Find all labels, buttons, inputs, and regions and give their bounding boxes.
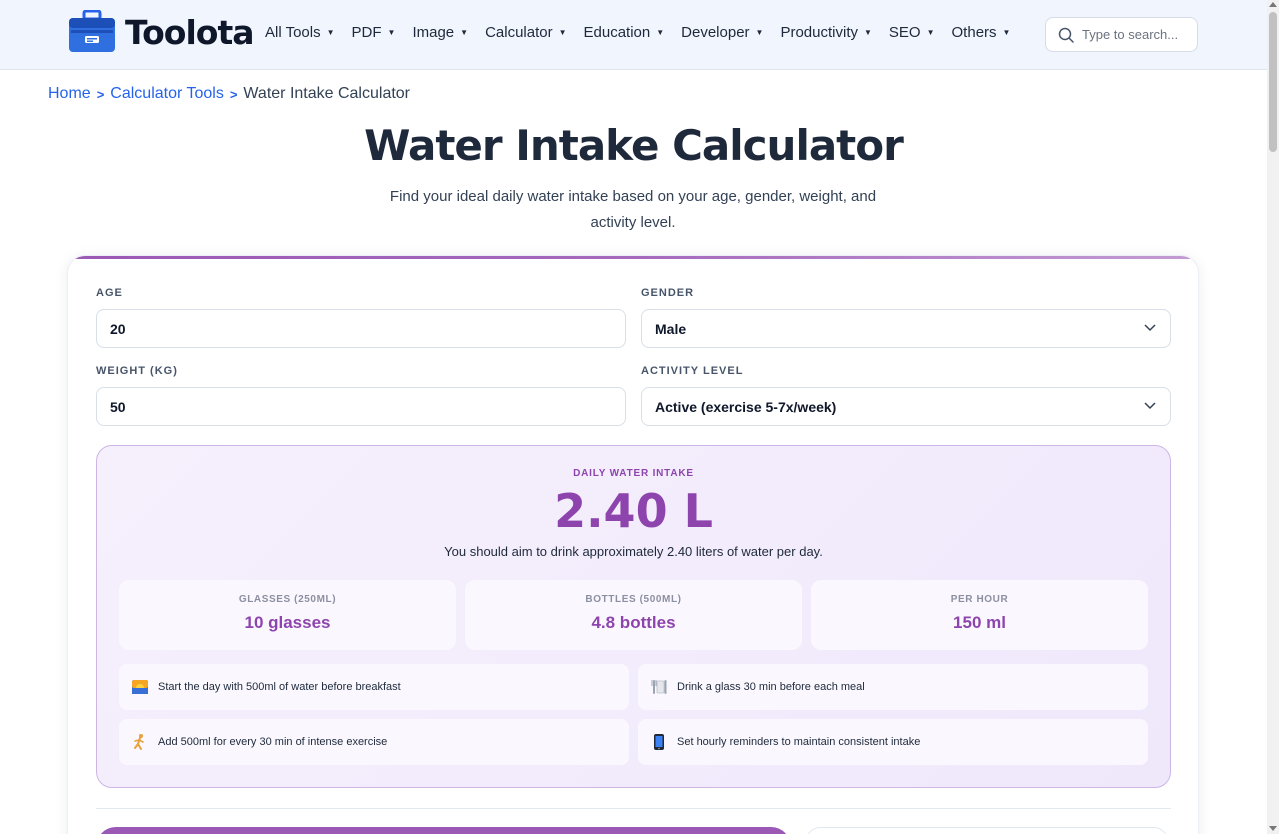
stat-label: PER HOUR bbox=[950, 594, 1009, 605]
sunrise-icon bbox=[131, 678, 149, 696]
tip-item: Start the day with 500ml of water before… bbox=[119, 664, 629, 710]
result-value: 2.40 L bbox=[554, 484, 713, 538]
scroll-up-arrow-icon[interactable] bbox=[1269, 2, 1277, 7]
tip-item: Drink a glass 30 min before each meal bbox=[638, 664, 1148, 710]
nav-seo[interactable]: SEO ▼ bbox=[889, 24, 935, 41]
nav-others[interactable]: Others ▼ bbox=[952, 24, 1011, 41]
age-input[interactable] bbox=[110, 320, 590, 337]
result-label: DAILY WATER INTAKE bbox=[573, 468, 694, 479]
stat-label: GLASSES (250ML) bbox=[238, 594, 337, 605]
tip-text: Add 500ml for every 30 min of intense ex… bbox=[158, 736, 388, 748]
nav-label: Others bbox=[951, 24, 997, 41]
search-box[interactable] bbox=[1045, 17, 1198, 52]
calculate-button[interactable] bbox=[96, 827, 791, 834]
caret-down-icon: ▼ bbox=[387, 28, 396, 37]
nav-calculator[interactable]: Calculator ▼ bbox=[485, 24, 566, 41]
stat-label: BOTTLES (500ML) bbox=[585, 594, 682, 605]
calculator-card: AGE GENDER Male WEIGHT (KG) ACTIVITY LEV… bbox=[67, 255, 1199, 834]
brand-logo[interactable]: Toolota bbox=[67, 9, 254, 54]
section-divider bbox=[96, 808, 1171, 809]
phone-icon bbox=[650, 733, 668, 751]
nav-label: Productivity bbox=[780, 24, 858, 41]
caret-down-icon: ▼ bbox=[460, 28, 469, 37]
nav-label: All Tools bbox=[265, 24, 321, 41]
stat-glasses: GLASSES (250ML) 10 glasses bbox=[119, 580, 456, 650]
gender-label: GENDER bbox=[641, 287, 695, 299]
activity-label: ACTIVITY LEVEL bbox=[641, 365, 744, 377]
toolbox-icon bbox=[67, 9, 117, 54]
stat-bottles: BOTTLES (500ML) 4.8 bottles bbox=[465, 580, 802, 650]
stat-per-hour: PER HOUR 150 ml bbox=[811, 580, 1148, 650]
stat-value: 150 ml bbox=[953, 613, 1006, 632]
caret-down-icon: ▼ bbox=[656, 28, 665, 37]
result-description: You should aim to drink approximately 2.… bbox=[444, 544, 823, 559]
nav-education[interactable]: Education ▼ bbox=[584, 24, 665, 41]
weight-field[interactable] bbox=[96, 387, 626, 426]
scroll-down-arrow-icon[interactable] bbox=[1269, 826, 1277, 831]
nav-label: SEO bbox=[888, 24, 921, 41]
chevron-down-icon bbox=[1144, 324, 1156, 332]
activity-value: Active (exercise 5-7x/week) bbox=[655, 398, 837, 415]
nav-productivity[interactable]: Productivity ▼ bbox=[780, 24, 871, 41]
age-field[interactable] bbox=[96, 309, 626, 348]
gender-value: Male bbox=[655, 320, 687, 337]
nav-developer[interactable]: Developer ▼ bbox=[681, 24, 763, 41]
breadcrumb-category[interactable]: Calculator Tools bbox=[110, 85, 224, 103]
chevron-right-icon: > bbox=[96, 86, 105, 102]
gender-select[interactable]: Male bbox=[641, 309, 1171, 348]
brand-name: Toolota bbox=[125, 12, 254, 52]
weight-input[interactable] bbox=[110, 398, 590, 415]
secondary-panel bbox=[806, 827, 1168, 834]
nav-pdf[interactable]: PDF ▼ bbox=[352, 24, 396, 41]
nav-label: Calculator bbox=[485, 24, 553, 41]
tip-text: Set hourly reminders to maintain consist… bbox=[677, 736, 921, 748]
stat-value: 4.8 bottles bbox=[591, 613, 676, 632]
page-subtitle: Find your ideal daily water intake based… bbox=[389, 188, 877, 231]
weight-label: WEIGHT (KG) bbox=[96, 365, 178, 377]
scroll-thumb[interactable] bbox=[1269, 12, 1277, 152]
caret-down-icon: ▼ bbox=[558, 28, 567, 37]
age-label: AGE bbox=[96, 287, 123, 299]
result-panel: DAILY WATER INTAKE 2.40 L You should aim… bbox=[96, 445, 1171, 788]
chevron-right-icon: > bbox=[229, 86, 238, 102]
chevron-down-icon bbox=[1144, 402, 1156, 410]
caret-down-icon: ▼ bbox=[755, 28, 764, 37]
caret-down-icon: ▼ bbox=[926, 28, 935, 37]
tip-text: Drink a glass 30 min before each meal bbox=[677, 681, 865, 693]
main-nav: All Tools ▼ PDF ▼ Image ▼ Calculator ▼ Educa… bbox=[265, 24, 1027, 41]
utensils-icon bbox=[650, 678, 668, 696]
page-scrollbar[interactable] bbox=[1267, 0, 1279, 834]
caret-down-icon: ▼ bbox=[1002, 28, 1011, 37]
running-icon bbox=[131, 733, 149, 751]
page-title: Water Intake Calculator bbox=[364, 121, 904, 170]
tip-item: Set hourly reminders to maintain consist… bbox=[638, 719, 1148, 765]
tip-text: Start the day with 500ml of water before… bbox=[158, 681, 401, 693]
nav-label: Education bbox=[583, 24, 651, 41]
site-header: Toolota All Tools ▼ PDF ▼ Image ▼ Calculato… bbox=[0, 0, 1267, 70]
breadcrumb-current: Water Intake Calculator bbox=[243, 85, 411, 102]
search-icon bbox=[1058, 27, 1074, 43]
card-accent-bar bbox=[68, 256, 1198, 259]
caret-down-icon: ▼ bbox=[326, 28, 335, 37]
nav-image[interactable]: Image ▼ bbox=[412, 24, 468, 41]
nav-all-tools[interactable]: All Tools ▼ bbox=[265, 24, 335, 41]
tip-item: Add 500ml for every 30 min of intense ex… bbox=[119, 719, 629, 765]
nav-label: Image bbox=[412, 24, 455, 41]
breadcrumb-home[interactable]: Home bbox=[48, 85, 91, 103]
nav-label: Developer bbox=[681, 24, 750, 41]
caret-down-icon: ▼ bbox=[863, 28, 872, 37]
activity-select[interactable]: Active (exercise 5-7x/week) bbox=[641, 387, 1171, 426]
search-input[interactable] bbox=[1082, 27, 1192, 42]
breadcrumb: Home > Calculator Tools > Water Intake C… bbox=[48, 85, 410, 103]
nav-label: PDF bbox=[351, 24, 382, 41]
stat-value: 10 glasses bbox=[244, 613, 331, 632]
